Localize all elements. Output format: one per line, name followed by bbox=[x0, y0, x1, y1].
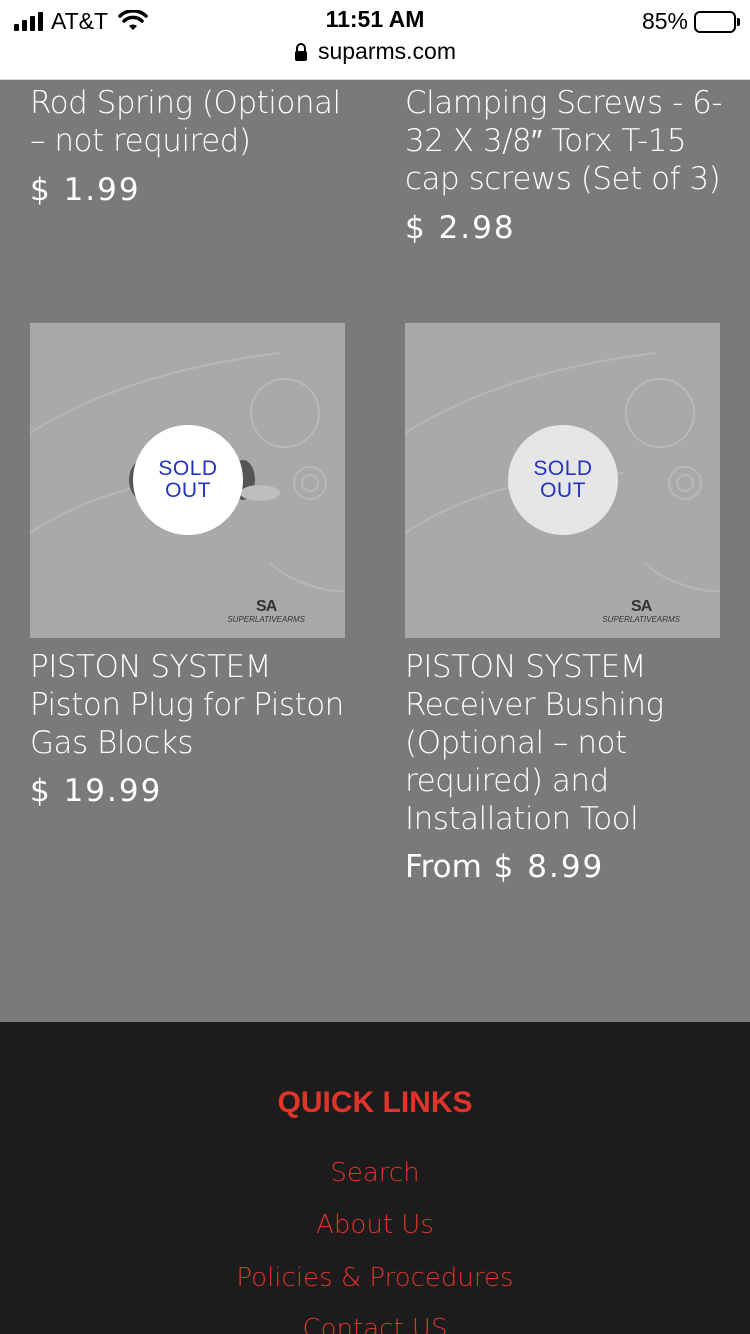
price-value: $ 8.99 bbox=[493, 849, 605, 885]
product-price-clamping-screws: $ 2.98 bbox=[405, 210, 516, 246]
product-category: PISTON SYSTEM bbox=[405, 649, 646, 685]
product-price-receiver-bushing: From $ 8.99 bbox=[405, 849, 604, 885]
battery-indicator: 85% bbox=[641, 8, 740, 35]
sold-out-badge: SOLD OUT bbox=[133, 425, 243, 535]
product-category: PISTON SYSTEM bbox=[30, 649, 271, 685]
sold-out-line2: OUT bbox=[540, 479, 586, 502]
brand-logo-text: SUPERLATIVEARMS bbox=[602, 615, 680, 624]
clock: 11:51 AM bbox=[325, 6, 425, 32]
site-footer: QUICK LINKS Search About Us Policies & P… bbox=[0, 1022, 750, 1334]
battery-icon bbox=[694, 10, 740, 33]
product-image-piston-plug[interactable]: SOLD OUT SA SUPERLATIVEARMS bbox=[30, 323, 345, 638]
product-title-rod-spring[interactable]: Rod Spring (Optional – not required) bbox=[30, 84, 350, 160]
product-name: Receiver Bushing (Optional – not require… bbox=[405, 687, 664, 837]
sold-out-line2: OUT bbox=[165, 479, 211, 502]
brand-logo: SA SUPERLATIVEARMS bbox=[602, 598, 680, 625]
brand-logo: SA SUPERLATIVEARMS bbox=[227, 598, 305, 625]
battery-percent: 85% bbox=[641, 8, 688, 34]
price-prefix: From bbox=[405, 849, 482, 885]
product-image-receiver-bushing[interactable]: SOLD OUT SA SUPERLATIVEARMS bbox=[405, 323, 720, 638]
status-bar: AT&T 11:51 AM 85% suparms.com bbox=[0, 0, 750, 80]
brand-logo-text: SUPERLATIVEARMS bbox=[227, 615, 305, 624]
quick-links-heading: QUICK LINKS bbox=[277, 1086, 473, 1119]
product-title-receiver-bushing[interactable]: PISTON SYSTEM Receiver Bushing (Optional… bbox=[405, 648, 705, 838]
address-bar[interactable]: suparms.com bbox=[0, 38, 750, 65]
product-price-rod-spring: $ 1.99 bbox=[30, 172, 141, 208]
lock-icon bbox=[294, 42, 307, 61]
product-price-piston-plug: $ 19.99 bbox=[30, 773, 163, 809]
footer-link-contact-us[interactable]: Contact US bbox=[0, 1314, 750, 1334]
footer-link-policies[interactable]: Policies & Procedures bbox=[0, 1263, 750, 1293]
product-title-clamping-screws[interactable]: Clamping Screws - 6-32 X 3/8″ Torx T-15 … bbox=[405, 84, 723, 198]
brand-mark-icon: SA bbox=[631, 598, 652, 615]
sold-out-line1: SOLD bbox=[533, 457, 593, 480]
url-text: suparms.com bbox=[317, 38, 457, 64]
product-name: Piston Plug for Piston Gas Blocks bbox=[30, 687, 344, 761]
footer-link-about-us[interactable]: About Us bbox=[0, 1210, 750, 1240]
sold-out-badge: SOLD OUT bbox=[508, 425, 618, 535]
brand-mark-icon: SA bbox=[256, 598, 277, 615]
sold-out-line1: SOLD bbox=[158, 457, 218, 480]
footer-link-search[interactable]: Search bbox=[0, 1158, 750, 1188]
product-title-piston-plug[interactable]: PISTON SYSTEM Piston Plug for Piston Gas… bbox=[30, 648, 350, 762]
